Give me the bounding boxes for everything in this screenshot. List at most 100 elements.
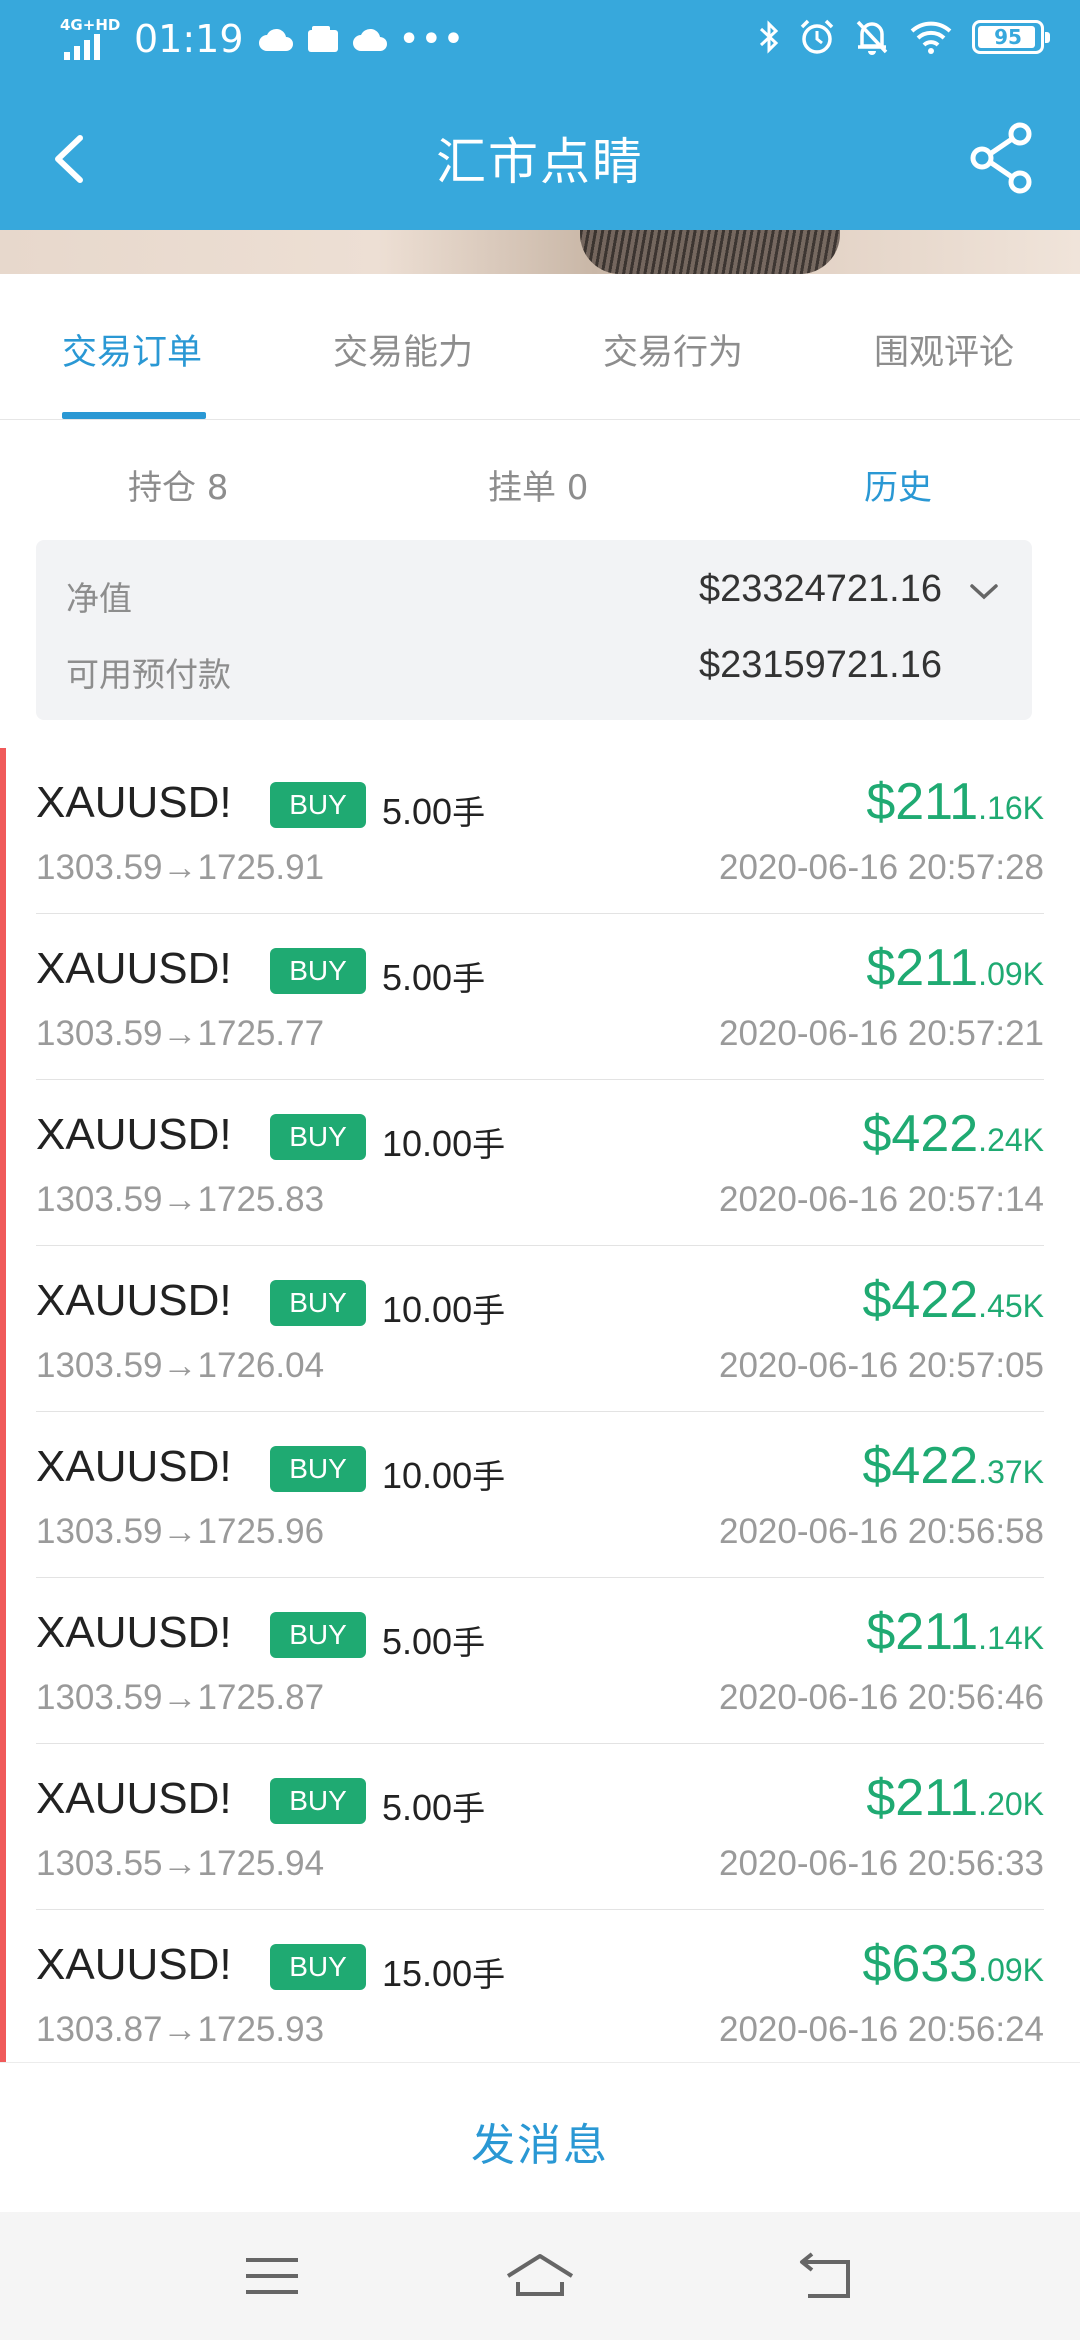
order-price-range: 1303.59→1725.91: [36, 848, 325, 887]
order-timestamp: 2020-06-16 20:57:05: [719, 1346, 1044, 1385]
order-side-badge: BUY: [270, 948, 366, 994]
chevron-down-icon[interactable]: [966, 580, 1002, 604]
order-lots-value: 15.00: [382, 1953, 473, 1994]
order-timestamp: 2020-06-16 20:56:46: [719, 1678, 1044, 1717]
order-lots-unit: 手: [452, 959, 486, 998]
net-value: $23324721.16: [698, 568, 942, 610]
subtab-history[interactable]: 历史: [864, 460, 932, 509]
order-row[interactable]: XAUUSD! BUY 10.00手 1303.59→1726.04 $422.45K 2…: [0, 1246, 1080, 1412]
status-bar: 4G+HD 01:19 ••• 95: [0, 0, 1080, 84]
active-tab-indicator: [62, 412, 206, 419]
bluetooth-icon: [759, 20, 779, 54]
order-lots-value: 5.00: [382, 791, 453, 832]
order-lots: 10.00手: [382, 1450, 505, 1498]
home-icon[interactable]: [504, 2246, 576, 2306]
order-symbol: XAUUSD!: [36, 778, 232, 827]
order-lots: 5.00手: [382, 1782, 485, 1830]
order-lots: 10.00手: [382, 1284, 505, 1332]
order-subtabs: 持仓 8 挂单 0 历史: [0, 420, 1080, 540]
tab-trade-behavior[interactable]: 交易行为: [603, 324, 743, 375]
order-profit-sub: .14K: [978, 1620, 1044, 1656]
order-profit: $211.16K: [866, 772, 1044, 832]
order-side-badge: BUY: [270, 1280, 366, 1326]
order-timestamp: 2020-06-16 20:57:21: [719, 1014, 1044, 1053]
send-message-button[interactable]: 发消息: [0, 2109, 1080, 2173]
order-lots-value: 10.00: [382, 1289, 473, 1330]
order-profit-sub: .45K: [978, 1288, 1044, 1324]
order-price-range: 1303.59→1725.83: [36, 1180, 325, 1219]
order-lots-value: 10.00: [382, 1455, 473, 1496]
order-timestamp: 2020-06-16 20:56:58: [719, 1512, 1044, 1551]
order-lots-value: 5.00: [382, 1787, 453, 1828]
order-lots: 15.00手: [382, 1948, 505, 1996]
order-profit-main: $211: [866, 773, 979, 831]
order-price-range: 1303.59→1725.87: [36, 1678, 325, 1717]
order-profit: $633.09K: [862, 1934, 1044, 1994]
order-lots: 5.00手: [382, 952, 485, 1000]
order-symbol: XAUUSD!: [36, 1608, 232, 1657]
subtab-positions[interactable]: 持仓 8: [128, 460, 228, 509]
order-symbol: XAUUSD!: [36, 1442, 232, 1491]
order-lots-unit: 手: [452, 793, 486, 832]
order-row[interactable]: XAUUSD! BUY 5.00手 1303.59→1725.77 $211.09K 20…: [0, 914, 1080, 1080]
order-side-badge: BUY: [270, 1114, 366, 1160]
order-lots-value: 5.00: [382, 1621, 453, 1662]
order-profit-main: $422: [862, 1105, 979, 1163]
order-profit-main: $211: [866, 939, 979, 997]
order-profit: $422.24K: [862, 1104, 1044, 1164]
tab-trade-orders[interactable]: 交易订单: [62, 324, 202, 375]
cloud-icon: [352, 28, 387, 51]
battery-percent: 95: [994, 25, 1022, 49]
order-side-badge: BUY: [270, 1778, 366, 1824]
available-margin-value: $23159721.16: [698, 644, 942, 686]
share-icon[interactable]: [964, 120, 1040, 196]
order-lots: 5.00手: [382, 1616, 485, 1664]
order-timestamp: 2020-06-16 20:57:14: [719, 1180, 1044, 1219]
main-tabs: 交易订单 交易能力 交易行为 围观评论: [0, 274, 1080, 420]
order-row[interactable]: XAUUSD! BUY 5.00手 1303.55→1725.94 $211.20K 20…: [0, 1744, 1080, 1910]
app-header: 汇市点睛: [0, 84, 1080, 230]
order-lots-unit: 手: [472, 1955, 506, 1994]
order-symbol: XAUUSD!: [36, 944, 232, 993]
net-value-row[interactable]: 净值 $23324721.16: [66, 562, 1002, 622]
send-message-bar: 发消息: [0, 2062, 1080, 2212]
order-row[interactable]: XAUUSD! BUY 15.00手 1303.87→1725.93 $633.09K 2…: [0, 1910, 1080, 2062]
wifi-icon: [910, 21, 952, 54]
order-lots-value: 10.00: [382, 1123, 473, 1164]
order-profit-main: $422: [862, 1271, 979, 1329]
order-profit: $211.09K: [866, 938, 1044, 998]
order-profit-sub: .37K: [978, 1454, 1044, 1490]
order-symbol: XAUUSD!: [36, 1940, 232, 1989]
order-price-range: 1303.55→1725.94: [36, 1844, 325, 1883]
wallet-icon: [307, 26, 338, 52]
menu-icon[interactable]: [236, 2246, 308, 2306]
cloud-icon: [258, 28, 293, 51]
subtab-pending[interactable]: 挂单 0: [488, 460, 588, 509]
network-type: 4G+HD: [60, 16, 121, 34]
tab-trade-ability[interactable]: 交易能力: [333, 324, 473, 375]
signal-icon: 4G+HD: [60, 16, 122, 62]
order-profit-sub: .24K: [978, 1122, 1044, 1158]
tab-comments[interactable]: 围观评论: [874, 324, 1014, 375]
back-nav-icon[interactable]: [792, 2246, 864, 2306]
available-margin-row: 可用预付款 $23159721.16: [66, 638, 1002, 698]
order-lots-unit: 手: [452, 1789, 486, 1828]
order-row[interactable]: XAUUSD! BUY 5.00手 1303.59→1725.91 $211.16K 20…: [0, 748, 1080, 914]
alarm-icon: [800, 19, 834, 54]
order-row[interactable]: XAUUSD! BUY 5.00手 1303.59→1725.87 $211.14K 20…: [0, 1578, 1080, 1744]
order-row[interactable]: XAUUSD! BUY 10.00手 1303.59→1725.83 $422.24K 2…: [0, 1080, 1080, 1246]
battery-icon: 95: [972, 20, 1050, 54]
banner-photo-detail: [580, 230, 840, 274]
order-symbol: XAUUSD!: [36, 1110, 232, 1159]
order-row[interactable]: XAUUSD! BUY 10.00手 1303.59→1725.96 $422.37K 2…: [0, 1412, 1080, 1578]
more-dots-icon: •••: [399, 21, 467, 57]
order-profit-sub: .20K: [978, 1786, 1044, 1822]
order-symbol: XAUUSD!: [36, 1774, 232, 1823]
order-profit-sub: .09K: [978, 956, 1044, 992]
status-right: 95: [758, 18, 1050, 56]
order-side-badge: BUY: [270, 1612, 366, 1658]
order-lots-unit: 手: [472, 1125, 506, 1164]
order-lots: 10.00手: [382, 1118, 505, 1166]
order-lots-unit: 手: [472, 1457, 506, 1496]
order-lots-unit: 手: [452, 1623, 486, 1662]
